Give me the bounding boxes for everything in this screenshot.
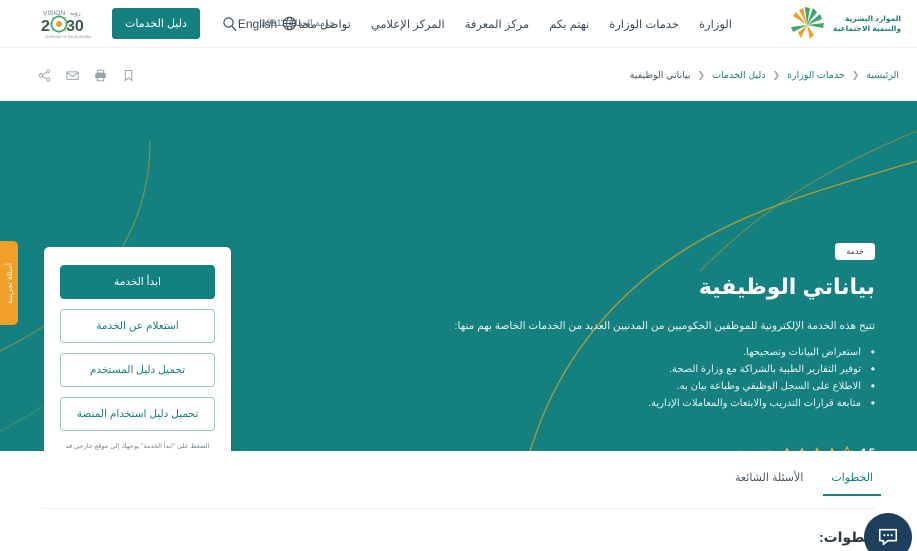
download-platform-guide-button[interactable]: تحميل دليل استخدام المنصة [60, 397, 215, 431]
svg-text:30: 30 [66, 18, 84, 35]
nav-item-media-center[interactable]: المركز الإعلامي [371, 17, 445, 31]
tab-faq[interactable]: الأسئلة الشائعة [733, 461, 805, 496]
tabs-divider [42, 508, 875, 509]
ministry-logo-line2: والتنمية الاجتماعية [832, 24, 901, 33]
star-filled-icon [829, 447, 834, 451]
list-item: متابعة قرارات التدريب والابتعاث والمعامل… [405, 395, 875, 412]
service-description: تتيح هذه الخدمة الإلكترونية للموظفين الح… [454, 320, 875, 332]
breadcrumb-separator: ❮ [851, 69, 860, 80]
rating-count: (التقييم 16) [738, 449, 773, 452]
service-feature-list: استعراض البيانات وتصحيحها. توفير التقاري… [405, 344, 875, 412]
start-service-button[interactable]: ابدأ الخدمة [60, 265, 215, 299]
page-title: بياناتي الوظيفية [698, 274, 875, 299]
external-link-disclaimer: الضغط على "ابدأ الخدمة" يوجهك إلى موقع خ… [65, 443, 210, 450]
download-user-manual-button[interactable]: تحميل دليل المستخدم [60, 353, 215, 387]
svg-text:VISION: VISION [43, 10, 65, 17]
email-icon[interactable] [66, 69, 79, 82]
svg-text:رؤية: رؤية [70, 10, 81, 17]
star-filled-icon [799, 447, 804, 451]
rating-value: 4.5 [860, 447, 875, 451]
page-tools [38, 48, 135, 102]
rating-stars[interactable] [780, 446, 854, 451]
breadcrumb-item-current: بياناتي الوظيفية [629, 69, 691, 81]
service-hero: أسئلة تجريبية ابدأ الخدمة استعلام عن الخ… [0, 101, 917, 451]
header-utilities: VISION رؤية 2 30 KINGDOM OF SAUDI ARABIA… [14, 0, 297, 47]
ministry-logo-line1: الموارد البشرية [844, 14, 901, 23]
globe-icon [283, 16, 297, 31]
primary-nav: الوزارة خدمات الوزارة نهتم بكم مركز المع… [298, 0, 732, 47]
nav-item-knowledge-center[interactable]: مركز المعرفة [465, 17, 529, 31]
service-info: خدمة بياناتي الوظيفية تتيح هذه الخدمة ال… [405, 241, 875, 412]
search-icon[interactable] [222, 16, 238, 32]
site-header: الموارد البشرية والتنمية الاجتماعية الوز… [0, 0, 917, 47]
breadcrumb-bar: الرئيسية ❮ خدمات الوزارة ❮ دليل الخدمات … [0, 47, 917, 101]
feedback-ribbon-label: أسئلة تجريبية [4, 262, 14, 304]
service-details-section: الخطوات الأسئلة الشائعة خطوات: ابدأ الخد… [0, 451, 917, 551]
mhrsd-palm-logo-icon [790, 7, 824, 39]
vision-2030-logo-icon[interactable]: VISION رؤية 2 30 KINGDOM OF SAUDI ARABIA [40, 6, 92, 42]
nav-item-ministry-services[interactable]: خدمات الوزارة [609, 17, 679, 31]
feedback-ribbon-tab[interactable]: أسئلة تجريبية [0, 241, 18, 325]
list-item: توفير التقارير الطبية بالشراكة مع وزارة … [405, 361, 875, 378]
service-type-badge: خدمة [835, 243, 875, 260]
share-icon[interactable] [38, 68, 51, 82]
service-rating: 4.5 (التقييم 16) [738, 446, 875, 451]
ministry-logo[interactable]: الموارد البشرية والتنمية الاجتماعية [787, 4, 901, 44]
tab-steps[interactable]: الخطوات [823, 461, 881, 496]
print-icon[interactable] [94, 69, 107, 82]
star-filled-icon [784, 447, 789, 451]
breadcrumb-separator: ❮ [772, 69, 781, 80]
star-filled-icon [814, 447, 819, 451]
breadcrumb-item-services-guide[interactable]: دليل الخدمات [712, 70, 765, 81]
bookmark-icon[interactable] [122, 69, 135, 82]
list-item: استعراض البيانات وتصحيحها. [405, 344, 875, 361]
ministry-logo-text: الموارد البشرية والتنمية الاجتماعية [833, 14, 901, 34]
service-inquiry-button[interactable]: استعلام عن الخدمة [60, 309, 215, 343]
breadcrumb-item-home[interactable]: الرئيسية [866, 70, 899, 81]
breadcrumb-separator: ❮ [697, 69, 706, 80]
svg-text:2: 2 [41, 18, 50, 35]
nav-item-we-care[interactable]: نهتم بكم [549, 17, 589, 31]
details-tabs: الخطوات الأسئلة الشائعة [733, 461, 881, 496]
breadcrumb: الرئيسية ❮ خدمات الوزارة ❮ دليل الخدمات … [630, 48, 899, 102]
breadcrumb-item-ministry-services[interactable]: خدمات الوزارة [787, 70, 845, 81]
chat-bubble-icon [878, 528, 898, 546]
language-label: English [237, 16, 278, 31]
service-action-card: ابدأ الخدمة استعلام عن الخدمة تحميل دليل… [44, 247, 231, 451]
star-outline-icon [840, 446, 854, 451]
services-guide-button[interactable]: دليل الخدمات [112, 8, 200, 39]
language-switcher[interactable]: English [238, 16, 297, 31]
list-item: الاطلاع على السجل الوظيفي وطباعة بيان به… [405, 378, 875, 395]
svg-text:KINGDOM OF SAUDI ARABIA: KINGDOM OF SAUDI ARABIA [45, 35, 92, 39]
nav-item-ministry[interactable]: الوزارة [699, 17, 732, 31]
